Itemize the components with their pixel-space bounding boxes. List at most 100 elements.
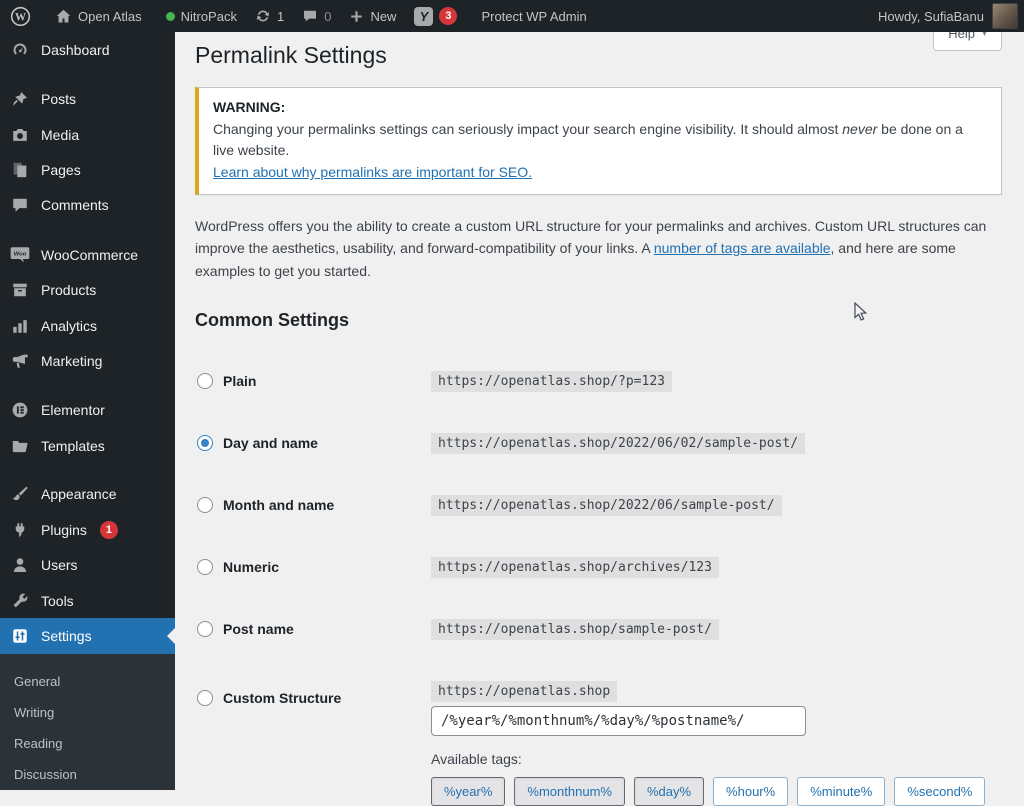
- permalink-options: Plain https://openatlas.shop/?p=123 Day …: [195, 370, 1002, 806]
- tag-button-monthnum[interactable]: %monthnum%: [514, 776, 625, 806]
- sidebar-item-dashboard[interactable]: Dashboard: [0, 32, 175, 67]
- plugins-update-badge: 1: [99, 520, 118, 539]
- admin-bar: W Open Atlas NitroPack 1 0 New Y 3 Prote…: [0, 0, 1024, 32]
- option-label[interactable]: Custom Structure: [223, 690, 341, 706]
- sidebar-item-posts[interactable]: Posts: [0, 81, 175, 116]
- radio-plain[interactable]: [197, 373, 213, 390]
- nitropack-menu[interactable]: NitroPack: [157, 0, 246, 32]
- woocommerce-icon: Woo: [10, 246, 30, 263]
- submenu-item-discussion[interactable]: Discussion: [0, 759, 175, 790]
- protect-wp-admin-label: Protect WP Admin: [481, 8, 587, 24]
- sidebar-item-plugins[interactable]: Plugins 1: [0, 512, 175, 547]
- option-row-day-and-name: Day and name https://openatlas.shop/2022…: [195, 432, 1002, 454]
- main-content: Help ▾ Permalink Settings WARNING: Chang…: [175, 19, 1024, 806]
- sidebar-item-label: Tools: [41, 592, 74, 609]
- sidebar-item-products[interactable]: Products: [0, 273, 175, 308]
- option-example-url: https://openatlas.shop/archives/123: [431, 556, 719, 578]
- site-name-menu[interactable]: Open Atlas: [46, 0, 151, 32]
- user-icon: [10, 556, 30, 574]
- sidebar-item-label: Comments: [41, 197, 109, 214]
- sidebar-item-media[interactable]: Media: [0, 117, 175, 152]
- new-content-menu[interactable]: New: [340, 0, 405, 32]
- radio-month-and-name[interactable]: [197, 497, 213, 514]
- custom-structure-input[interactable]: [431, 705, 806, 736]
- option-example-url: https://openatlas.shop/2022/06/sample-po…: [431, 494, 782, 516]
- option-label[interactable]: Numeric: [223, 559, 279, 575]
- comment-bubble-icon: [302, 8, 318, 24]
- page-title: Permalink Settings: [195, 42, 387, 68]
- wordpress-logo-menu[interactable]: W: [0, 0, 40, 32]
- sidebar-item-label: Products: [41, 282, 97, 299]
- option-label[interactable]: Day and name: [223, 435, 318, 451]
- option-label[interactable]: Plain: [223, 373, 256, 389]
- sidebar-item-label: Templates: [41, 437, 105, 454]
- option-row-month-and-name: Month and name https://openatlas.shop/20…: [195, 494, 1002, 516]
- new-label: New: [370, 8, 397, 24]
- sidebar-item-settings[interactable]: Settings: [0, 618, 175, 654]
- pages-icon: [10, 161, 30, 179]
- yoast-seo-menu[interactable]: Y 3: [405, 0, 466, 32]
- user-avatar[interactable]: [992, 3, 1018, 29]
- tag-button-hour[interactable]: %hour%: [713, 776, 789, 806]
- warning-text: Changing your permalinks settings can se…: [213, 120, 843, 137]
- sidebar-item-elementor[interactable]: Elementor: [0, 393, 175, 428]
- submenu-item-general[interactable]: General: [0, 666, 175, 697]
- option-row-post-name: Post name https://openatlas.shop/sample-…: [195, 618, 1002, 640]
- howdy-account-menu[interactable]: Howdy, SufiaBanu: [878, 9, 984, 24]
- updates-menu[interactable]: 1: [246, 0, 293, 32]
- available-tags-row: %year% %monthnum% %day% %hour% %minute% …: [431, 776, 986, 806]
- pushpin-icon: [10, 90, 30, 108]
- sidebar-item-label: Posts: [41, 91, 77, 108]
- sidebar-item-marketing[interactable]: Marketing: [0, 343, 175, 378]
- nitropack-status-icon: [165, 11, 175, 21]
- sidebar-item-woocommerce[interactable]: Woo WooCommerce: [0, 237, 175, 272]
- bar-chart-icon: [10, 317, 30, 335]
- option-label[interactable]: Post name: [223, 621, 294, 637]
- current-item-arrow: [167, 628, 175, 645]
- intro-paragraph: WordPress offers you the ability to crea…: [195, 215, 1000, 282]
- elementor-icon: [10, 401, 30, 419]
- tag-button-second[interactable]: %second%: [894, 776, 986, 806]
- option-row-numeric: Numeric https://openatlas.shop/archives/…: [195, 556, 1002, 578]
- tag-button-day[interactable]: %day%: [633, 776, 705, 806]
- seo-permalinks-link[interactable]: Learn about why permalinks are important…: [213, 164, 532, 180]
- option-example-url: https://openatlas.shop/sample-post/: [431, 618, 719, 640]
- sidebar-item-label: Elementor: [41, 402, 105, 419]
- radio-custom-structure[interactable]: [197, 689, 213, 706]
- submenu-label: Writing: [14, 704, 55, 720]
- sidebar-item-label: Plugins: [41, 521, 87, 538]
- option-row-plain: Plain https://openatlas.shop/?p=123: [195, 370, 1002, 392]
- radio-numeric[interactable]: [197, 559, 213, 576]
- radio-post-name[interactable]: [197, 621, 213, 638]
- comments-count: 0: [324, 8, 332, 24]
- megaphone-icon: [10, 352, 30, 370]
- option-example-url: https://openatlas.shop/?p=123: [431, 370, 672, 392]
- svg-text:W: W: [15, 11, 26, 23]
- available-tags-link[interactable]: number of tags are available: [654, 240, 831, 256]
- tag-button-minute[interactable]: %minute%: [797, 776, 886, 806]
- available-tags-label: Available tags:: [431, 750, 522, 767]
- sidebar-item-users[interactable]: Users: [0, 548, 175, 583]
- product-box-icon: [10, 281, 30, 299]
- submenu-item-reading[interactable]: Reading: [0, 728, 175, 759]
- option-label[interactable]: Month and name: [223, 497, 334, 513]
- sidebar-item-pages[interactable]: Pages: [0, 152, 175, 187]
- sidebar-item-label: Users: [41, 557, 78, 574]
- sidebar-item-templates[interactable]: Templates: [0, 428, 175, 463]
- tag-button-year[interactable]: %year%: [431, 776, 506, 806]
- protect-wp-admin-menu[interactable]: Protect WP Admin: [472, 0, 595, 32]
- sidebar-item-analytics[interactable]: Analytics: [0, 308, 175, 343]
- warning-notice: WARNING: Changing your permalinks settin…: [195, 87, 1002, 195]
- submenu-item-writing[interactable]: Writing: [0, 697, 175, 728]
- yoast-seo-icon: Y: [414, 6, 434, 26]
- radio-day-and-name[interactable]: [197, 435, 213, 452]
- plug-icon: [10, 521, 30, 539]
- update-icon: [255, 8, 271, 24]
- sidebar-item-comments[interactable]: Comments: [0, 188, 175, 223]
- updates-count: 1: [276, 8, 285, 24]
- sidebar-item-tools[interactable]: Tools: [0, 583, 175, 618]
- comments-menu[interactable]: 0: [293, 0, 340, 32]
- sidebar-item-appearance[interactable]: Appearance: [0, 477, 175, 512]
- sidebar-item-label: WooCommerce: [41, 246, 138, 263]
- option-row-custom-structure: Custom Structure https://openatlas.shop …: [195, 680, 1002, 806]
